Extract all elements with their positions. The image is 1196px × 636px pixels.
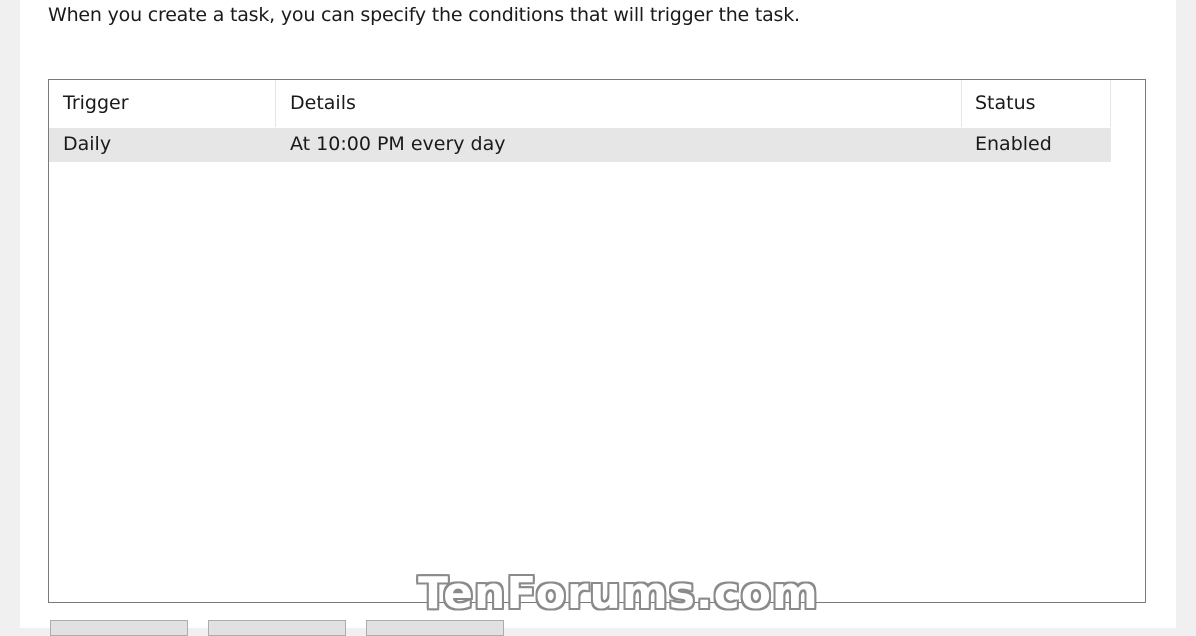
column-divider[interactable] — [961, 80, 962, 127]
column-divider[interactable] — [275, 80, 276, 127]
column-divider[interactable] — [1110, 80, 1111, 127]
cell-details: At 10:00 PM every day — [290, 133, 506, 155]
list-header: Trigger Details Status — [49, 80, 1111, 127]
triggers-description: When you create a task, you can specify … — [48, 4, 800, 26]
edit-trigger-button[interactable] — [208, 620, 346, 636]
cell-trigger: Daily — [63, 133, 112, 155]
column-header-status[interactable]: Status — [975, 92, 1036, 114]
column-header-details[interactable]: Details — [290, 92, 356, 114]
column-header-trigger[interactable]: Trigger — [63, 92, 129, 114]
cell-status: Enabled — [975, 133, 1052, 155]
table-row[interactable]: Daily At 10:00 PM every day Enabled — [49, 128, 1111, 162]
delete-trigger-button[interactable] — [366, 620, 504, 636]
watermark: TenForums.com — [418, 568, 819, 619]
new-trigger-button[interactable] — [50, 620, 188, 636]
triggers-list[interactable]: Trigger Details Status Daily At 10:00 PM… — [48, 79, 1146, 603]
